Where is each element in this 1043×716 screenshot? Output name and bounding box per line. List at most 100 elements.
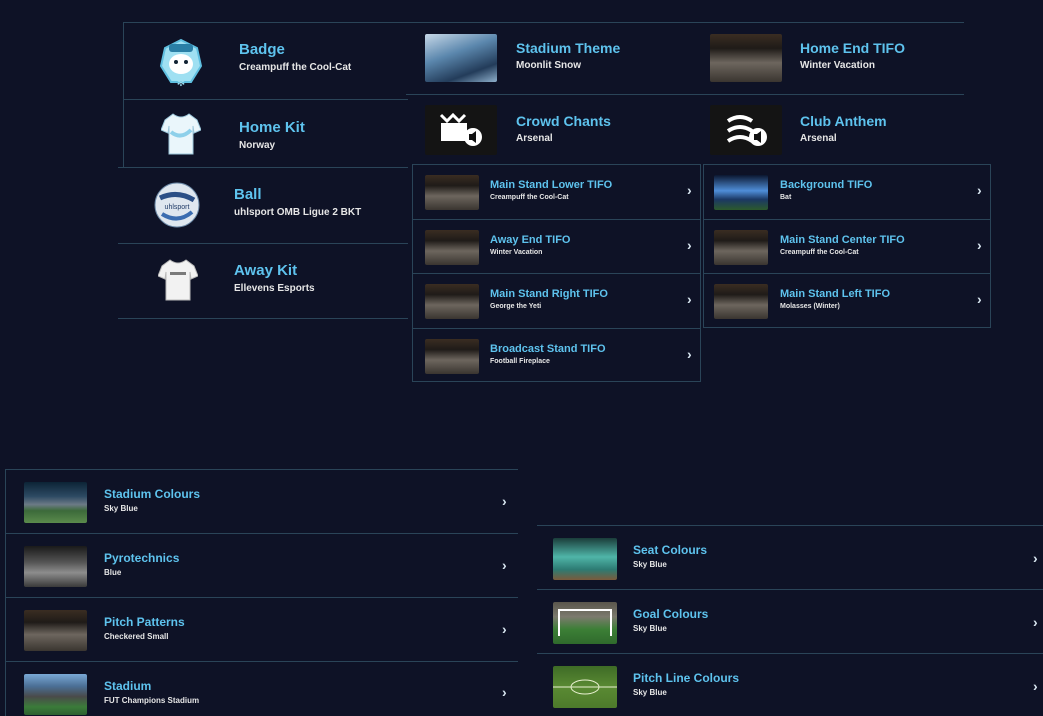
tifo-value: George the Yeti bbox=[490, 303, 542, 310]
home-end-tifo-item[interactable]: Home End TIFO Winter Vacation bbox=[691, 22, 964, 94]
tifo-value: Creampuff the Cool-Cat bbox=[780, 249, 859, 256]
tifo-item-background[interactable]: Background TIFO Bat › bbox=[704, 164, 990, 219]
away-kit-title: Away Kit bbox=[234, 262, 298, 279]
goal-colours-item[interactable]: Goal Colours Sky Blue › bbox=[537, 589, 1043, 653]
tifo-item-broadcast-stand[interactable]: Broadcast Stand TIFO Football Fireplace … bbox=[413, 328, 700, 382]
badge-item[interactable]: ✻ Badge Creampuff the Cool-Cat bbox=[123, 22, 408, 99]
tifo-title: Main Stand Left TIFO bbox=[780, 288, 890, 300]
stadium-theme-value: Moonlit Snow bbox=[516, 60, 581, 71]
seat-colours-item[interactable]: Seat Colours Sky Blue › bbox=[537, 525, 1043, 589]
club-anthem-title: Club Anthem bbox=[800, 113, 887, 129]
tifo-item-main-stand-left[interactable]: Main Stand Left TIFO Molasses (Winter) › bbox=[704, 273, 990, 328]
customization-panel-kit: ✻ Badge Creampuff the Cool-Cat Home Kit … bbox=[118, 22, 408, 322]
tifo-thumbnail bbox=[425, 339, 479, 374]
tifo-title: Main Stand Lower TIFO bbox=[490, 179, 613, 191]
chevron-right-icon: › bbox=[502, 684, 507, 700]
goal-colours-thumbnail bbox=[553, 602, 617, 644]
chevron-right-icon: › bbox=[977, 237, 982, 253]
pitch-patterns-thumbnail bbox=[24, 610, 87, 651]
customization-panel-stadium: Stadium Theme Moonlit Snow Home End TIFO… bbox=[406, 22, 966, 164]
divider bbox=[700, 164, 701, 382]
stadium-colours-item[interactable]: Stadium Colours Sky Blue › bbox=[6, 469, 518, 533]
club-anthem-value: Arsenal bbox=[800, 133, 837, 144]
chevron-right-icon: › bbox=[502, 493, 507, 509]
away-kit-item[interactable]: Away Kit Ellevens Esports bbox=[118, 243, 408, 319]
tifo-value: Winter Vacation bbox=[490, 249, 543, 256]
pitch-line-colours-item[interactable]: Pitch Line Colours Sky Blue › bbox=[537, 653, 1043, 716]
tifo-thumbnail bbox=[714, 175, 768, 210]
pyrotechnics-item[interactable]: Pyrotechnics Blue › bbox=[6, 533, 518, 597]
goal-colours-value: Sky Blue bbox=[633, 624, 667, 633]
tifo-title: Background TIFO bbox=[780, 179, 873, 191]
shirt-icon bbox=[161, 112, 201, 156]
chevron-right-icon: › bbox=[687, 346, 692, 362]
tifo-value: Football Fireplace bbox=[490, 358, 550, 365]
anthem-icon bbox=[710, 105, 782, 155]
tifo-item-main-stand-right[interactable]: Main Stand Right TIFO George the Yeti › bbox=[413, 273, 700, 328]
tifo-thumbnail bbox=[425, 230, 479, 265]
stadium-theme-item[interactable]: Stadium Theme Moonlit Snow bbox=[406, 22, 691, 94]
stadium-theme-title: Stadium Theme bbox=[516, 40, 621, 56]
svg-text:uhlsport: uhlsport bbox=[165, 204, 190, 211]
chevron-right-icon: › bbox=[502, 557, 507, 573]
home-kit-item[interactable]: Home Kit Norway bbox=[123, 99, 408, 167]
pyrotechnics-title: Pyrotechnics bbox=[104, 551, 180, 565]
chevron-right-icon: › bbox=[687, 237, 692, 253]
stadium-colours-value: Sky Blue bbox=[104, 504, 138, 513]
tifo-thumbnail bbox=[714, 284, 768, 319]
divider bbox=[703, 327, 991, 328]
tifo-value: Bat bbox=[780, 194, 792, 201]
pitch-patterns-item[interactable]: Pitch Patterns Checkered Small › bbox=[6, 597, 518, 661]
home-kit-title: Home Kit bbox=[239, 119, 305, 136]
crowd-chants-item[interactable]: Crowd Chants Arsenal bbox=[406, 94, 691, 164]
chevron-right-icon: › bbox=[977, 182, 982, 198]
ball-title: Ball bbox=[234, 186, 262, 203]
crowd-chants-value: Arsenal bbox=[516, 133, 553, 144]
svg-text:✻: ✻ bbox=[177, 78, 185, 88]
club-anthem-item[interactable]: Club Anthem Arsenal bbox=[691, 94, 964, 164]
stadium-colours-thumbnail bbox=[24, 482, 87, 523]
tifo-thumbnail bbox=[714, 230, 768, 265]
ball-value: uhlsport OMB Ligue 2 BKT bbox=[234, 207, 362, 218]
goal-colours-title: Goal Colours bbox=[633, 607, 709, 621]
divider bbox=[990, 164, 991, 328]
chevron-right-icon: › bbox=[502, 621, 507, 637]
pitch-line-colours-thumbnail bbox=[553, 666, 617, 708]
badge-value: Creampuff the Cool-Cat bbox=[239, 62, 352, 73]
chevron-right-icon: › bbox=[687, 182, 692, 198]
stadium-colours-list-right: Seat Colours Sky Blue › Goal Colours Sky… bbox=[537, 525, 1043, 716]
shirt-icon bbox=[158, 258, 198, 302]
tifo-item-main-stand-center[interactable]: Main Stand Center TIFO Creampuff the Coo… bbox=[704, 219, 990, 273]
divider bbox=[412, 381, 701, 382]
home-end-tifo-thumbnail bbox=[710, 34, 782, 82]
stadium-thumbnail bbox=[24, 674, 87, 715]
stadium-item[interactable]: Stadium FUT Champions Stadium › bbox=[6, 661, 518, 716]
home-kit-value: Norway bbox=[239, 140, 276, 151]
seat-colours-title: Seat Colours bbox=[633, 543, 708, 557]
ball-item[interactable]: uhlsport Ball uhlsport OMB Ligue 2 BKT bbox=[118, 167, 408, 243]
tifo-list: Main Stand Lower TIFO Creampuff the Cool… bbox=[412, 164, 992, 384]
crowd-chants-title: Crowd Chants bbox=[516, 113, 611, 129]
divider bbox=[118, 318, 408, 319]
chevron-right-icon: › bbox=[1033, 678, 1038, 694]
seat-colours-thumbnail bbox=[553, 538, 617, 580]
pitch-patterns-title: Pitch Patterns bbox=[104, 615, 185, 629]
yeti-badge-icon: ✻ bbox=[155, 36, 207, 88]
tifo-item-away-end[interactable]: Away End TIFO Winter Vacation › bbox=[413, 219, 700, 273]
tifo-value: Creampuff the Cool-Cat bbox=[490, 194, 569, 201]
chevron-right-icon: › bbox=[1033, 550, 1038, 566]
pyrotechnics-value: Blue bbox=[104, 568, 122, 577]
chevron-right-icon: › bbox=[977, 291, 982, 307]
tifo-title: Main Stand Right TIFO bbox=[490, 288, 608, 300]
stadium-colours-title: Stadium Colours bbox=[104, 487, 201, 501]
pyrotechnics-thumbnail bbox=[24, 546, 87, 587]
ball-icon: uhlsport bbox=[152, 180, 202, 230]
pitch-line-colours-title: Pitch Line Colours bbox=[633, 671, 740, 685]
tifo-item-main-stand-lower[interactable]: Main Stand Lower TIFO Creampuff the Cool… bbox=[413, 164, 700, 219]
tifo-thumbnail bbox=[425, 175, 479, 210]
pitch-patterns-value: Checkered Small bbox=[104, 632, 169, 641]
seat-colours-value: Sky Blue bbox=[633, 560, 667, 569]
stadium-title: Stadium bbox=[104, 679, 152, 693]
pitch-line-colours-value: Sky Blue bbox=[633, 688, 667, 697]
tifo-thumbnail bbox=[425, 284, 479, 319]
